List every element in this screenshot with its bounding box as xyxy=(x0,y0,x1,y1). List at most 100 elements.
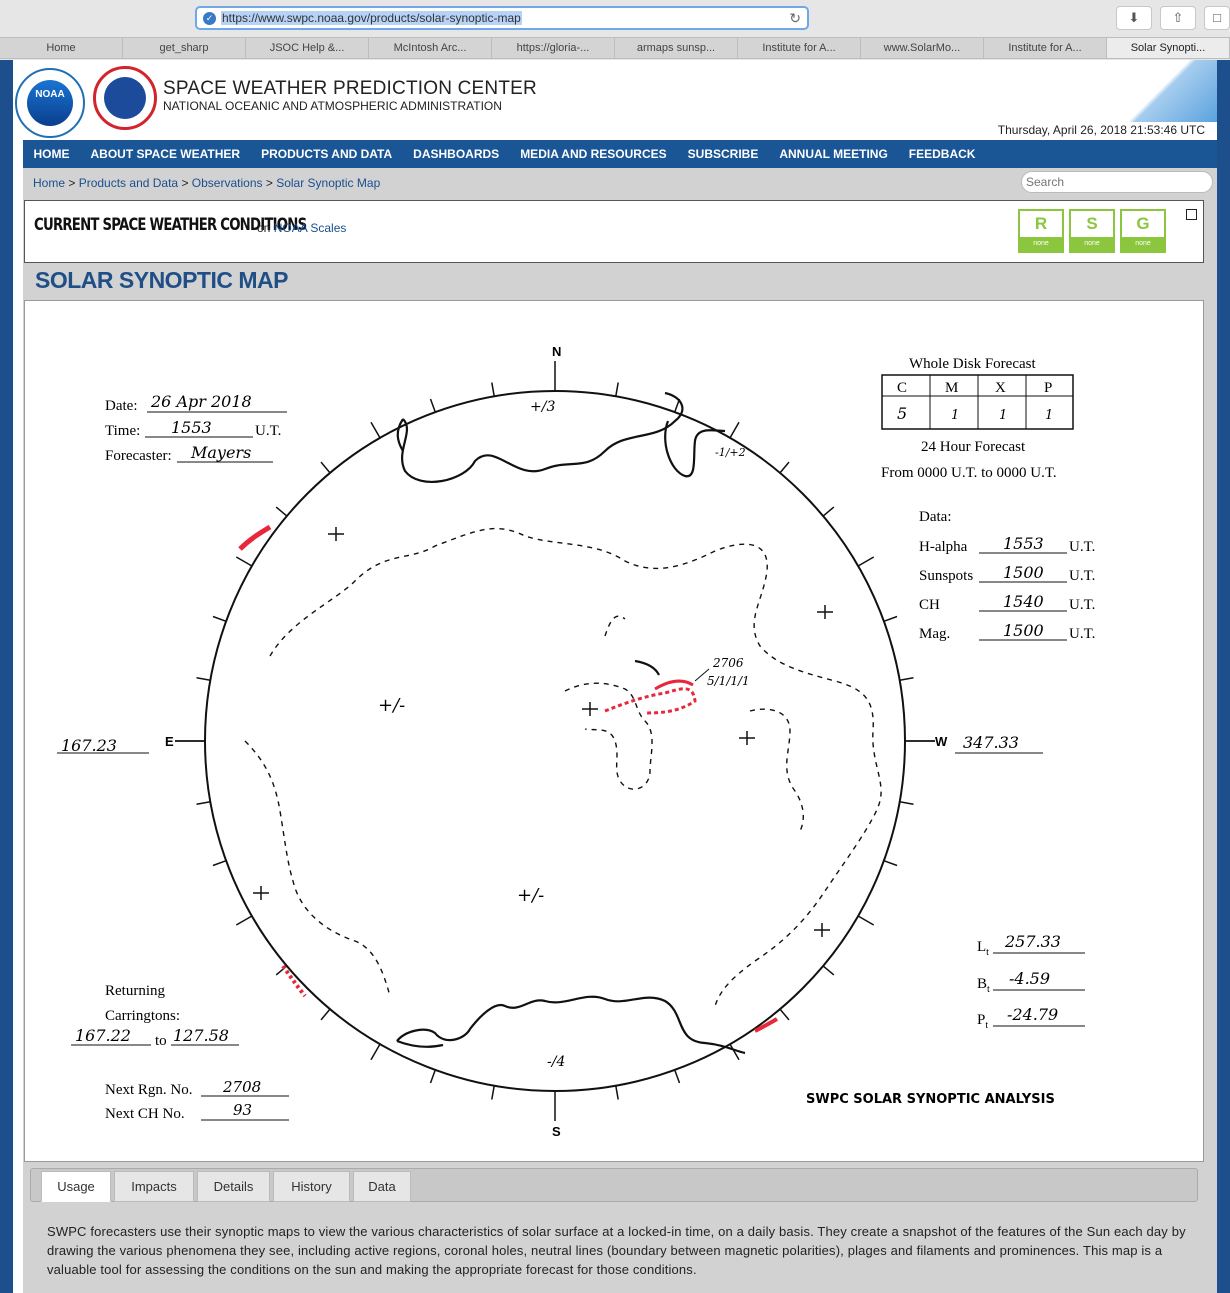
date-value: 26 Apr 2018 xyxy=(150,392,252,411)
data-row-label: Sunspots xyxy=(919,568,973,584)
carrington-from: 167.22 xyxy=(75,1026,131,1045)
page-title: SOLAR SYNOPTIC MAP xyxy=(35,267,288,293)
tab-details[interactable]: Details xyxy=(197,1171,270,1202)
limb-tick xyxy=(429,398,436,413)
site-subtitle: NATIONAL OCEANIC AND ATMOSPHERIC ADMINIS… xyxy=(163,99,502,113)
breadcrumb-separator: > xyxy=(178,176,192,190)
time-label: Time: xyxy=(105,423,140,439)
browser-tab[interactable]: Institute for A... xyxy=(984,38,1107,58)
polarity-label-east: +/- xyxy=(378,695,405,716)
tab-history[interactable]: History xyxy=(273,1171,350,1202)
browser-tab[interactable]: McIntosh Arc... xyxy=(369,38,492,58)
east-label: E xyxy=(165,734,174,749)
main-navigation: HOME ABOUT SPACE WEATHER PRODUCTS AND DATA… xyxy=(23,140,1217,168)
usage-description: SWPC forecasters use their synoptic maps… xyxy=(47,1224,1186,1277)
next-region-label: Next Rgn. No. xyxy=(105,1082,193,1098)
east-longitude-value: 167.23 xyxy=(61,736,117,755)
positive-polarity-marker xyxy=(253,886,269,900)
neutral-line-southeast xyxy=(244,740,391,997)
carringtons-label: Carringtons: xyxy=(105,1008,180,1024)
limb-tick xyxy=(196,677,211,681)
limb-tick xyxy=(235,915,253,926)
nav-item-annual-meeting[interactable]: ANNUAL MEETING xyxy=(769,147,898,161)
carrington-to: 127.58 xyxy=(173,1026,229,1045)
share-icon[interactable]: ⇧ xyxy=(1160,6,1196,30)
browser-tab[interactable]: Institute for A... xyxy=(738,38,861,58)
next-ch-value: 93 xyxy=(233,1101,252,1119)
breadcrumb: Home > Products and Data > Observations … xyxy=(33,176,380,190)
web-page: NOAA SPACE WEATHER PREDICTION CENTER NAT… xyxy=(13,60,1217,1293)
nav-item-home[interactable]: HOME xyxy=(23,147,80,161)
nav-item-about-space-weather[interactable]: ABOUT SPACE WEATHER xyxy=(80,147,251,161)
data-row-value: 1553 xyxy=(1003,534,1044,553)
limb-tick xyxy=(779,461,790,474)
tab-usage[interactable]: Usage xyxy=(41,1171,111,1202)
g-scale-badge[interactable]: G none xyxy=(1120,209,1166,253)
limb-tick-marks xyxy=(175,361,935,1121)
limb-tick xyxy=(674,1069,681,1084)
polarity-markers xyxy=(253,527,833,937)
region-number: 2706 xyxy=(712,656,744,670)
forecast-value-c: 5 xyxy=(897,404,907,423)
popout-icon[interactable] xyxy=(1186,209,1197,220)
url-text[interactable]: https://www.swpc.noaa.gov/products/solar… xyxy=(221,11,522,25)
browser-tab[interactable]: Home xyxy=(0,38,123,58)
current-datetime: Thursday, April 26, 2018 21:53:46 UTC xyxy=(997,123,1205,137)
download-icon[interactable]: ⬇ xyxy=(1116,6,1152,30)
g-scale-status: none xyxy=(1122,237,1164,251)
conditions-on-text: on xyxy=(257,221,271,235)
tab-data[interactable]: Data xyxy=(353,1171,411,1202)
nav-item-products-and-data[interactable]: PRODUCTS AND DATA xyxy=(251,147,403,161)
breadcrumb-item[interactable]: Products and Data xyxy=(79,176,178,190)
forecast-value-m: 1 xyxy=(951,408,959,423)
nav-item-subscribe[interactable]: SUBSCRIBE xyxy=(677,147,769,161)
search-input[interactable] xyxy=(1021,171,1213,193)
solar-disk-limb xyxy=(204,390,906,1092)
sidebar-icon[interactable]: □ xyxy=(1204,6,1230,30)
reload-icon[interactable]: ↻ xyxy=(789,10,801,27)
forecast-header-c: C xyxy=(897,380,907,396)
browser-tab[interactable]: armaps sunsp... xyxy=(615,38,738,58)
browser-tab[interactable]: JSOC Help &... xyxy=(246,38,369,58)
date-label: Date: xyxy=(105,398,137,414)
breadcrumb-item[interactable]: Home xyxy=(33,176,65,190)
data-rows: H-alpha 1553 U.T. Sunspots 1500 U.T. CH 1540 U.T… xyxy=(919,534,1095,642)
breadcrumb-item[interactable]: Observations xyxy=(192,176,263,190)
space-weather-conditions-panel: CURRENT SPACE WEATHER CONDITIONS on NOAA… xyxy=(24,200,1204,263)
site-title[interactable]: SPACE WEATHER PREDICTION CENTER xyxy=(163,78,537,100)
data-row-unit: U.T. xyxy=(1069,539,1095,555)
noaa-logo[interactable]: NOAA xyxy=(15,68,85,138)
browser-tab[interactable]: get_sharp xyxy=(123,38,246,58)
browser-chrome: ✓ https://www.swpc.noaa.gov/products/sol… xyxy=(0,0,1230,60)
l-value: 257.33 xyxy=(1004,932,1061,951)
nav-item-dashboards[interactable]: DASHBOARDS xyxy=(403,147,510,161)
time-value: 1553 xyxy=(171,418,212,437)
data-row-label: H-alpha xyxy=(919,539,968,555)
g-scale-letter: G xyxy=(1136,214,1150,233)
conditions-scales-link-row: on NOAA Scales xyxy=(257,221,346,235)
breadcrumb-item[interactable]: Solar Synoptic Map xyxy=(276,176,380,190)
browser-tab[interactable]: Solar Synopti... xyxy=(1107,38,1230,58)
north-label: N xyxy=(552,344,561,359)
west-label: W xyxy=(935,734,948,749)
limb-tick xyxy=(899,677,914,681)
address-bar[interactable]: ✓ https://www.swpc.noaa.gov/products/sol… xyxy=(195,6,809,30)
browser-tab[interactable]: www.SolarMo... xyxy=(861,38,984,58)
north-ch-sign: +/3 xyxy=(530,399,555,415)
browser-tab[interactable]: https://gloria-... xyxy=(492,38,615,58)
s-scale-badge[interactable]: S none xyxy=(1069,209,1115,253)
noaa-scales-link[interactable]: NOAA Scales xyxy=(274,221,347,235)
limb-tick xyxy=(857,915,875,926)
forecast-from-label: From 0000 U.T. to 0000 U.T. xyxy=(881,465,1057,481)
limb-tick xyxy=(429,1069,436,1084)
neutral-line-west xyxy=(749,708,804,832)
limb-tick xyxy=(729,421,740,439)
tab-impacts[interactable]: Impacts xyxy=(114,1171,194,1202)
south-coronal-hole-edge xyxy=(396,1039,444,1048)
positive-polarity-marker xyxy=(814,923,830,937)
nws-logo[interactable] xyxy=(93,66,157,130)
limb-tick xyxy=(370,421,381,439)
r-scale-badge[interactable]: R none xyxy=(1018,209,1064,253)
nav-item-feedback[interactable]: FEEDBACK xyxy=(898,147,986,161)
nav-item-media-and-resources[interactable]: MEDIA AND RESOURCES xyxy=(510,147,677,161)
